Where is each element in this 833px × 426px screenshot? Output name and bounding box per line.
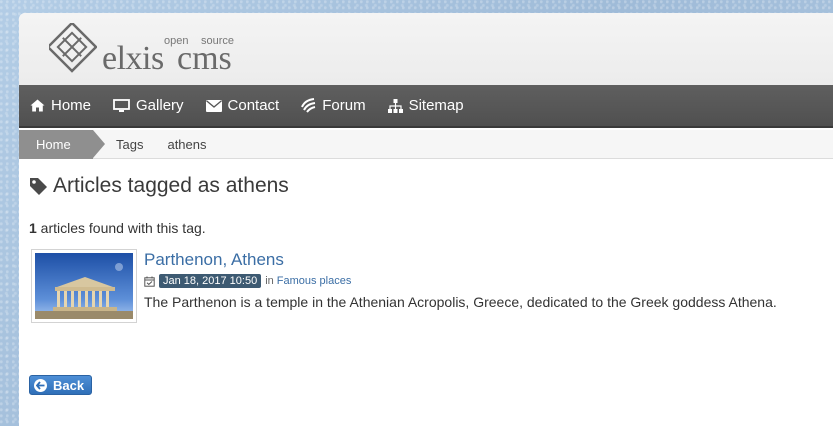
breadcrumb: Home Tags athens: [19, 129, 833, 159]
nav-item-contact[interactable]: Contact: [195, 84, 291, 127]
article-date: Jan 18, 2017 10:50: [159, 274, 262, 288]
breadcrumb-tags[interactable]: Tags: [116, 137, 143, 152]
logo-text-elxis: elxis: [102, 40, 164, 77]
article-count: 1 articles found with this tag.: [29, 220, 206, 236]
back-arrow-icon: [34, 378, 47, 392]
article-item: Parthenon, Athens Jan 18, 2017 10:50 in …: [31, 249, 821, 329]
envelope-icon: [205, 99, 222, 112]
article-count-text: articles found with this tag.: [36, 220, 206, 236]
site-header: elxis cms open source: [19, 13, 833, 85]
article-count-number: 1: [29, 220, 37, 236]
page: elxis cms open source Home Gallery Conta: [19, 13, 833, 426]
elxis-logo-mark-icon: [49, 23, 97, 73]
breadcrumb-current: athens: [167, 136, 207, 152]
breadcrumb-home[interactable]: Home: [19, 129, 105, 159]
parthenon-image: [35, 253, 133, 319]
nav-label-contact: Contact: [227, 97, 280, 114]
article-description: The Parthenon is a temple in the Athenia…: [144, 294, 777, 310]
article-title-link[interactable]: Parthenon, Athens: [144, 250, 284, 270]
nav-label-home: Home: [51, 97, 92, 114]
forum-icon: [301, 98, 316, 113]
page-title-text: Articles tagged as athens: [53, 174, 289, 197]
nav-label-forum: Forum: [322, 97, 366, 114]
article-in-label: in: [265, 275, 274, 287]
sitemap-icon: [387, 98, 403, 113]
nav-item-home[interactable]: Home: [19, 84, 102, 127]
logo-text-open: open: [164, 35, 189, 47]
home-icon: [30, 99, 45, 112]
back-button[interactable]: Back: [29, 375, 92, 395]
calendar-icon: [144, 276, 155, 287]
article-category-link[interactable]: Famous places: [277, 275, 352, 287]
page-title: Articles tagged as athens: [29, 174, 289, 198]
article-meta: Jan 18, 2017 10:50 in Famous places: [144, 274, 351, 288]
back-button-label: Back: [53, 377, 85, 393]
nav-item-gallery[interactable]: Gallery: [102, 84, 195, 127]
nav-item-forum[interactable]: Forum: [290, 84, 376, 127]
nav-label-sitemap: Sitemap: [408, 97, 464, 114]
tag-icon: [30, 177, 47, 195]
article-thumbnail[interactable]: [31, 249, 137, 323]
nav-label-gallery: Gallery: [136, 97, 184, 114]
main-navigation: Home Gallery Contact Forum Sitemap: [19, 85, 833, 128]
monitor-icon: [113, 98, 130, 112]
site-logo[interactable]: elxis cms open source: [49, 23, 249, 77]
nav-item-sitemap[interactable]: Sitemap: [377, 84, 475, 127]
logo-text-source: source: [201, 35, 235, 47]
